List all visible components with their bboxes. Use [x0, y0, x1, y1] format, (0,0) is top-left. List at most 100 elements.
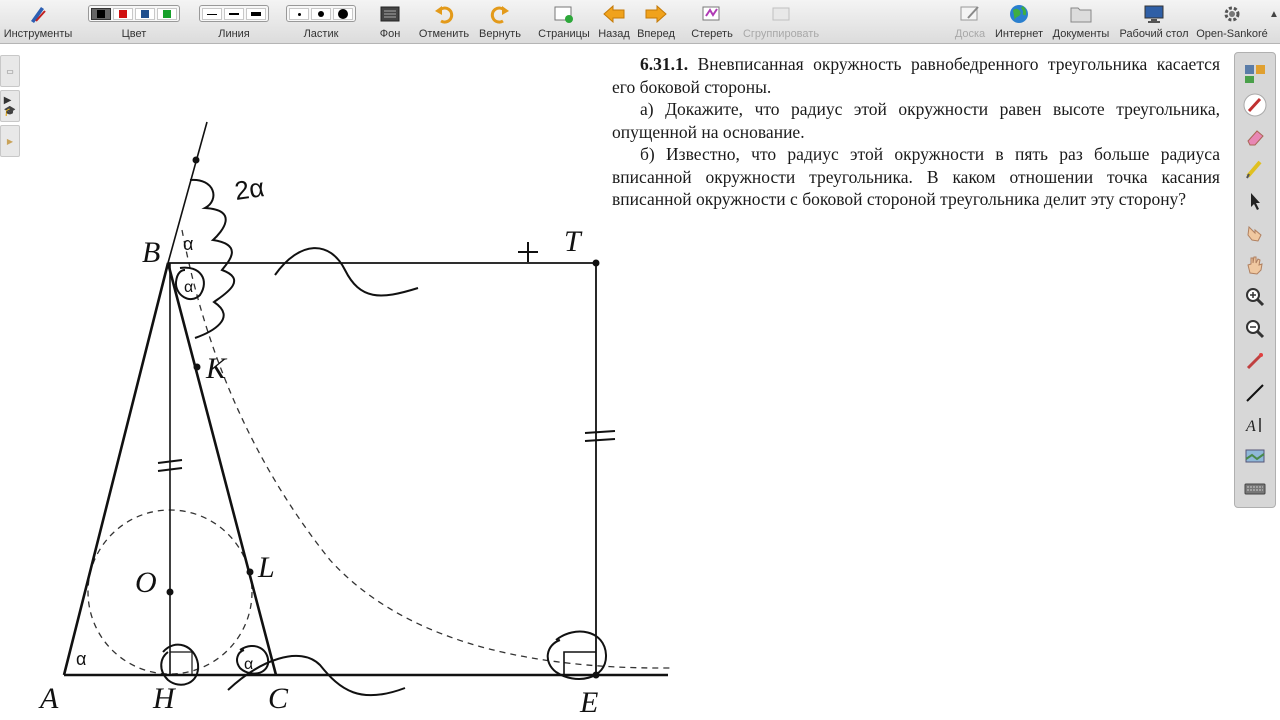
color-group: Цвет	[84, 0, 184, 44]
interact-tool-button[interactable]	[1241, 219, 1269, 247]
hand-tool-button[interactable]	[1241, 251, 1269, 279]
zoom-out-button[interactable]	[1241, 315, 1269, 343]
label-b: B	[142, 236, 160, 269]
pages-button[interactable]: Страницы	[536, 0, 592, 44]
marker-icon	[1246, 160, 1262, 179]
eraser-large-option[interactable]	[333, 8, 353, 20]
point-on-extension	[192, 156, 200, 164]
screen-capture-icon	[1245, 449, 1265, 463]
forward-label: Вперед	[637, 28, 675, 40]
forward-button[interactable]: Вперед	[636, 0, 676, 44]
app-menu-button[interactable]: Open-Sankoré	[1196, 0, 1268, 44]
point-o	[166, 588, 174, 596]
back-button[interactable]: Назад	[596, 0, 632, 44]
point-l	[246, 568, 254, 576]
eraser-medium-option[interactable]	[311, 8, 331, 20]
folder-icon	[1050, 0, 1112, 28]
redo-button[interactable]: Вернуть	[476, 0, 524, 44]
color-red-swatch[interactable]	[113, 8, 133, 20]
background-button[interactable]: Фон	[372, 0, 408, 44]
two-alpha-annotation: 2α	[233, 172, 266, 206]
marker-tool-button[interactable]	[1241, 155, 1269, 183]
alpha-annotation-b-inner: α	[184, 279, 193, 296]
eraser-label: Ластик	[303, 28, 339, 40]
pointing-hand-icon	[1247, 225, 1262, 242]
line-label: Линия	[218, 28, 250, 40]
tools-button[interactable]: Инструменты	[2, 0, 74, 44]
stylus-palette: A	[1234, 52, 1276, 508]
eraser-tool-button[interactable]	[1241, 123, 1269, 151]
chevron-up-icon: ▲	[1269, 8, 1279, 20]
monitor-icon	[1116, 0, 1192, 28]
board-label: Доска	[954, 28, 986, 40]
line-thick-option[interactable]	[246, 8, 266, 20]
cursor-arrow-icon	[1251, 193, 1260, 210]
erase-button[interactable]: Стереть	[688, 0, 736, 44]
desktop-button[interactable]: Рабочий стол	[1116, 0, 1192, 44]
undo-button[interactable]: Отменить	[416, 0, 472, 44]
redo-label: Вернуть	[479, 28, 521, 40]
globe-icon	[992, 0, 1046, 28]
geometry-canvas[interactable]: 2α α α α α B T K L O A H C E	[0, 45, 1230, 720]
eraser-small-option[interactable]	[289, 8, 309, 20]
circle-annotation-h	[160, 643, 200, 686]
pen-tool-button[interactable]	[1241, 91, 1269, 119]
laser-pointer-icon	[1246, 353, 1263, 370]
label-h: H	[152, 682, 177, 715]
group-button[interactable]: Сгруппировать	[740, 0, 822, 44]
board-mode-button[interactable]: Доска	[952, 0, 988, 44]
line-tool-button[interactable]	[1241, 379, 1269, 407]
zoom-in-icon	[1246, 288, 1265, 307]
color-label: Цвет	[121, 28, 147, 40]
label-t: T	[564, 225, 583, 258]
documents-button[interactable]: Документы	[1050, 0, 1112, 44]
laser-pointer-button[interactable]	[1241, 347, 1269, 375]
line-thin-option[interactable]	[202, 8, 222, 20]
group-label: Сгруппировать	[742, 28, 820, 40]
add-page-icon	[536, 0, 592, 28]
internet-label: Интернет	[995, 28, 1043, 40]
line-group: Линия	[196, 0, 272, 44]
palette-grid-icon	[1245, 65, 1265, 83]
text-tool-button[interactable]: A	[1241, 411, 1269, 439]
zoom-in-button[interactable]	[1241, 283, 1269, 311]
background-label: Фон	[379, 28, 401, 40]
arrow-right-icon	[636, 0, 676, 28]
selector-tool-button[interactable]	[1241, 187, 1269, 215]
plus-mark	[518, 242, 538, 262]
capture-tool-button[interactable]	[1241, 443, 1269, 471]
eraser-size-options	[286, 5, 356, 22]
squiggle-bt	[274, 247, 419, 297]
color-blue-swatch[interactable]	[135, 8, 155, 20]
svg-text:A: A	[1245, 418, 1256, 435]
toolbar-collapse-button[interactable]: ▲	[1268, 0, 1280, 44]
line-icon	[1246, 384, 1264, 402]
alpha-annotation-a: α	[76, 649, 86, 669]
label-o: O	[135, 566, 157, 599]
line-medium-option[interactable]	[224, 8, 244, 20]
board-pen-icon	[952, 0, 988, 28]
app-label: Open-Sankoré	[1196, 28, 1268, 40]
tools-label: Инструменты	[3, 28, 73, 40]
point-t	[592, 259, 600, 267]
erase-page-icon	[688, 0, 736, 28]
equal-mark-te	[584, 430, 616, 442]
label-c: C	[268, 682, 289, 715]
color-swatches	[88, 5, 180, 22]
right-angle-h	[170, 651, 193, 675]
color-black-swatch[interactable]	[91, 8, 111, 20]
documents-label: Документы	[1052, 28, 1110, 40]
keyboard-button[interactable]	[1241, 475, 1269, 503]
palette-toggle-button[interactable]	[1241, 59, 1269, 87]
point-k	[193, 363, 201, 371]
alpha-annotation-b-top: α	[183, 234, 193, 254]
pen-icon	[1243, 93, 1267, 117]
erase-label: Стереть	[691, 28, 733, 40]
label-a: A	[38, 682, 59, 715]
color-green-swatch[interactable]	[157, 8, 177, 20]
desktop-label: Рабочий стол	[1119, 28, 1189, 40]
internet-button[interactable]: Интернет	[992, 0, 1046, 44]
redo-arrow-icon	[476, 0, 524, 28]
hand-icon	[1247, 256, 1263, 275]
keyboard-icon	[1244, 483, 1266, 495]
